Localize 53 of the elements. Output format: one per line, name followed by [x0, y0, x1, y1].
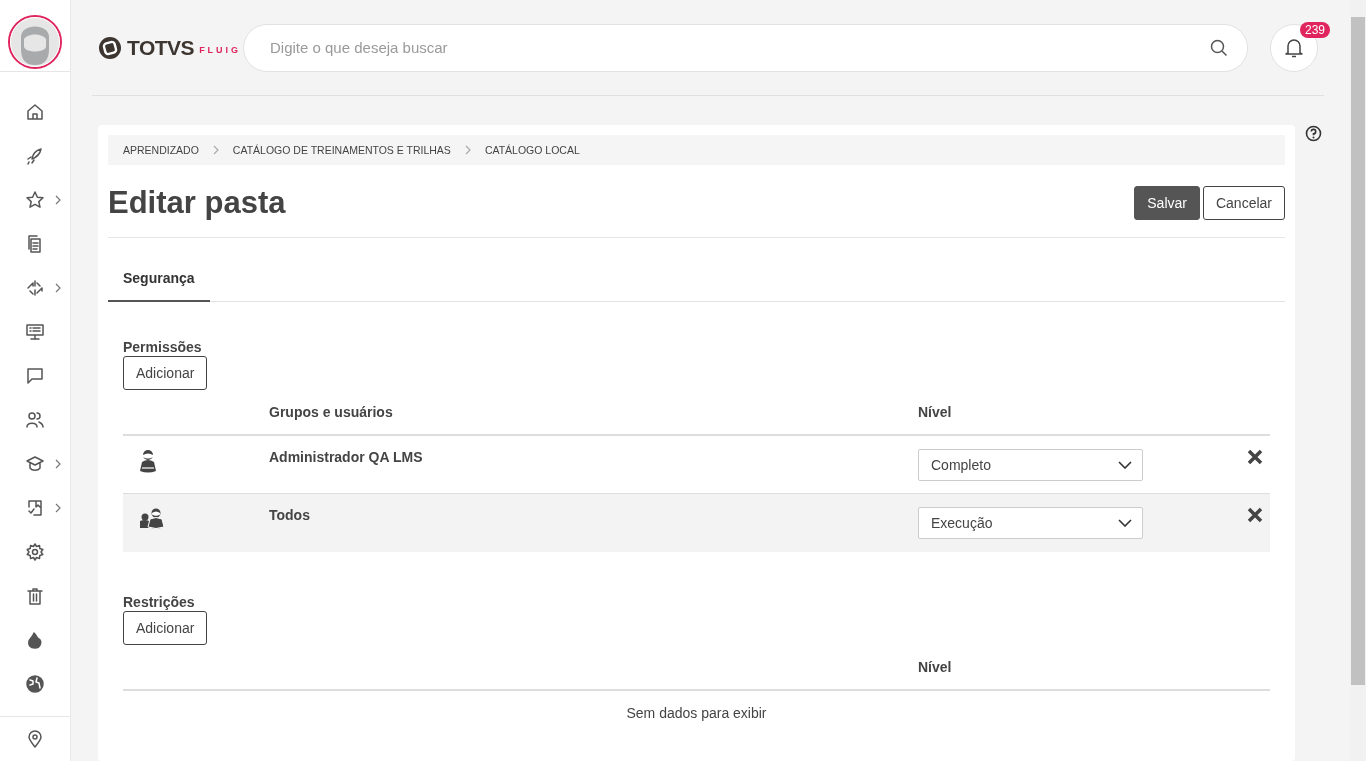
pin-icon — [25, 729, 45, 749]
column-header: Nível — [918, 404, 953, 420]
logo-icon — [98, 35, 122, 60]
cancel-button[interactable]: Cancelar — [1202, 186, 1285, 220]
rocket-icon — [25, 146, 45, 166]
breadcrumb-link[interactable]: APRENDIZADO — [123, 144, 199, 156]
chevron-down-icon — [1118, 519, 1132, 527]
empty-message: Sem dados para exibir — [626, 705, 767, 721]
chevron-right-icon — [55, 283, 61, 293]
level-dropdown[interactable]: Execução — [918, 507, 1143, 539]
group-icon — [139, 507, 165, 529]
remove-icon[interactable] — [1247, 507, 1263, 523]
bell-icon — [1284, 36, 1304, 59]
product-name: FLUIG — [199, 44, 242, 55]
column-header: Grupos e usuários — [269, 404, 394, 420]
arrows-icon — [25, 278, 45, 298]
gear-icon — [25, 542, 45, 562]
table-cell-text: Administrador QA LMS — [269, 449, 424, 465]
tab[interactable]: Segurança — [108, 258, 210, 302]
user-icon — [139, 449, 157, 473]
chevron-right-icon — [464, 145, 471, 155]
page-title: Editar pasta — [108, 185, 286, 221]
checklist-icon — [25, 498, 45, 518]
logo-text: TOTVS — [127, 35, 195, 60]
column-header: Nível — [918, 659, 953, 675]
breadcrumb-link[interactable]: CATÁLOGO DE TREINAMENTOS E TRILHAS — [232, 144, 451, 156]
search-field[interactable]: Digite o que deseja buscar — [243, 23, 1248, 72]
section-title: Permissões — [123, 339, 203, 355]
help-icon[interactable] — [1305, 125, 1322, 142]
search-icon[interactable] — [1210, 38, 1228, 57]
trash-icon — [25, 586, 45, 606]
notification-badge: 239 — [1300, 21, 1331, 38]
star-icon — [25, 190, 45, 210]
chevron-right-icon — [55, 503, 61, 513]
save-button[interactable]: Salvar — [1134, 186, 1200, 220]
chevron-down-icon — [1118, 461, 1132, 469]
graduation-icon — [25, 454, 45, 474]
section-title: Restrições — [123, 594, 196, 610]
home-icon — [25, 102, 45, 122]
add-button[interactable]: Adicionar — [123, 611, 208, 645]
globe-icon — [25, 674, 45, 694]
chevron-right-icon — [212, 145, 219, 155]
chat-icon — [25, 366, 45, 386]
add-button[interactable]: Adicionar — [123, 356, 208, 390]
table-cell-text: Todos — [269, 507, 311, 523]
level-dropdown[interactable]: Completo — [918, 449, 1143, 481]
avatar[interactable] — [8, 15, 62, 69]
remove-icon[interactable] — [1247, 449, 1263, 465]
chevron-right-icon — [55, 195, 61, 205]
people-icon — [25, 410, 45, 430]
monitor-icon — [25, 322, 45, 342]
chevron-right-icon — [55, 459, 61, 469]
breadcrumb-link[interactable]: CATÁLOGO LOCAL — [484, 144, 580, 156]
